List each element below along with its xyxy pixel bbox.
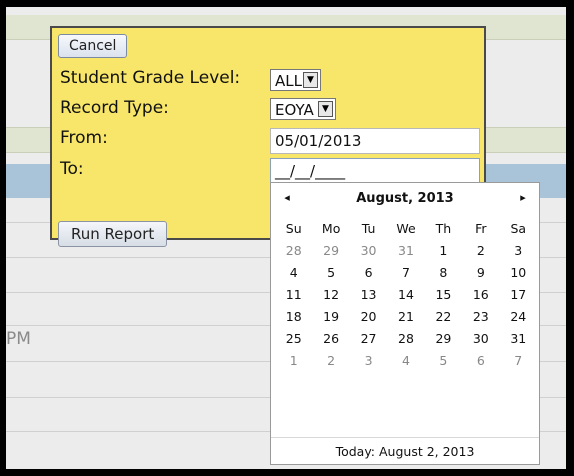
from-date-input[interactable]: 05/01/2013	[270, 128, 480, 154]
calendar-day[interactable]: 25	[275, 327, 312, 349]
dropdown-arrow-icon[interactable]: ▼	[318, 101, 333, 117]
calendar-day[interactable]: 30	[350, 239, 387, 261]
background-time-text: PM	[6, 329, 31, 349]
calendar-day[interactable]: 21	[387, 305, 424, 327]
calendar-day[interactable]: 5	[425, 349, 462, 371]
calendar-day[interactable]: 12	[312, 283, 349, 305]
calendar-day[interactable]: 6	[350, 261, 387, 283]
calendar-day[interactable]: 7	[500, 349, 537, 371]
calendar-day[interactable]: 3	[350, 349, 387, 371]
calendar-day[interactable]: 15	[425, 283, 462, 305]
calendar-week-row: 4 5 6 7 8 9 10	[275, 261, 537, 283]
weekday-label: Mo	[321, 220, 341, 236]
calendar-day[interactable]: 5	[312, 261, 349, 283]
report-page: PM Cancel Student Grade Level: ALL ▼ Rec…	[6, 7, 566, 469]
dropdown-arrow-icon[interactable]: ▼	[303, 72, 318, 88]
grade-level-label: Student Grade Level:	[60, 68, 241, 88]
calendar-day[interactable]: 7	[387, 261, 424, 283]
calendar-day[interactable]: 6	[462, 349, 499, 371]
calendar-day[interactable]: 11	[275, 283, 312, 305]
calendar-day[interactable]: 10	[500, 261, 537, 283]
calendar-day[interactable]: 27	[350, 327, 387, 349]
next-month-icon[interactable]: ▸	[513, 191, 533, 204]
calendar-day[interactable]: 31	[387, 239, 424, 261]
calendar-day[interactable]: 4	[275, 261, 312, 283]
record-type-select[interactable]: EOYA ▼	[270, 98, 336, 120]
calendar-week-row: 28 29 30 31 1 2 3	[275, 239, 537, 261]
weekday-label: Fr	[475, 220, 487, 236]
record-type-value: EOYA	[275, 101, 314, 119]
calendar-day[interactable]: 14	[387, 283, 424, 305]
cancel-button[interactable]: Cancel	[58, 34, 128, 58]
calendar-day[interactable]: 9	[462, 261, 499, 283]
calendar-day[interactable]: 18	[275, 305, 312, 327]
weekday-row: Su Mo Tu We Th Fr Sa	[275, 217, 537, 239]
calendar-day[interactable]: 29	[425, 327, 462, 349]
weekday-label: Sa	[510, 220, 527, 236]
record-type-label: Record Type:	[60, 98, 169, 118]
grade-level-select[interactable]: ALL ▼	[270, 69, 321, 91]
calendar-week-row: 11 12 13 14 15 16 17	[275, 283, 537, 305]
calendar-day[interactable]: 20	[350, 305, 387, 327]
weekday-label: Su	[285, 220, 302, 236]
calendar-day[interactable]: 16	[462, 283, 499, 305]
calendar-day[interactable]: 19	[312, 305, 349, 327]
calendar-day[interactable]: 23	[462, 305, 499, 327]
calendar-day[interactable]: 22	[425, 305, 462, 327]
calendar-day[interactable]: 17	[500, 283, 537, 305]
weekday-label: We	[396, 220, 416, 236]
calendar-grid: Su Mo Tu We Th Fr Sa 28 29 30 31 1 2 3 4 5 6 7 8 9 10…	[275, 217, 537, 371]
calendar-day[interactable]: 2	[312, 349, 349, 371]
calendar-day[interactable]: 30	[462, 327, 499, 349]
calendar-day[interactable]: 26	[312, 327, 349, 349]
run-report-button[interactable]: Run Report	[58, 221, 168, 247]
calendar-week-row: 25 26 27 28 29 30 31	[275, 327, 537, 349]
weekday-label: Tu	[361, 220, 376, 236]
calendar-day[interactable]: 24	[500, 305, 537, 327]
from-label: From:	[60, 128, 108, 148]
calendar-day[interactable]: 1	[275, 349, 312, 371]
calendar-day[interactable]: 28	[387, 327, 424, 349]
date-picker-calendar: ◂ August, 2013 ▸ Su Mo Tu We Th Fr Sa 28…	[270, 182, 540, 465]
calendar-day[interactable]: 2	[462, 239, 499, 261]
calendar-month-title: August, 2013	[356, 191, 454, 206]
to-date-input[interactable]: __/__/____	[270, 158, 480, 184]
calendar-day[interactable]: 1	[425, 239, 462, 261]
calendar-day[interactable]: 29	[312, 239, 349, 261]
calendar-week-row: 18 19 20 21 22 23 24	[275, 305, 537, 327]
today-link[interactable]: Today: August 2, 2013	[271, 437, 539, 459]
grade-level-value: ALL	[275, 72, 302, 90]
calendar-header: ◂ August, 2013 ▸	[271, 191, 539, 211]
to-label: To:	[60, 159, 84, 179]
calendar-week-row: 1234567	[275, 349, 537, 371]
weekday-label: Th	[435, 220, 452, 236]
calendar-day[interactable]: 8	[425, 261, 462, 283]
calendar-day[interactable]: 13	[350, 283, 387, 305]
calendar-day[interactable]: 3	[500, 239, 537, 261]
calendar-day[interactable]: 28	[275, 239, 312, 261]
calendar-day[interactable]: 4	[387, 349, 424, 371]
calendar-day[interactable]: 31	[500, 327, 537, 349]
